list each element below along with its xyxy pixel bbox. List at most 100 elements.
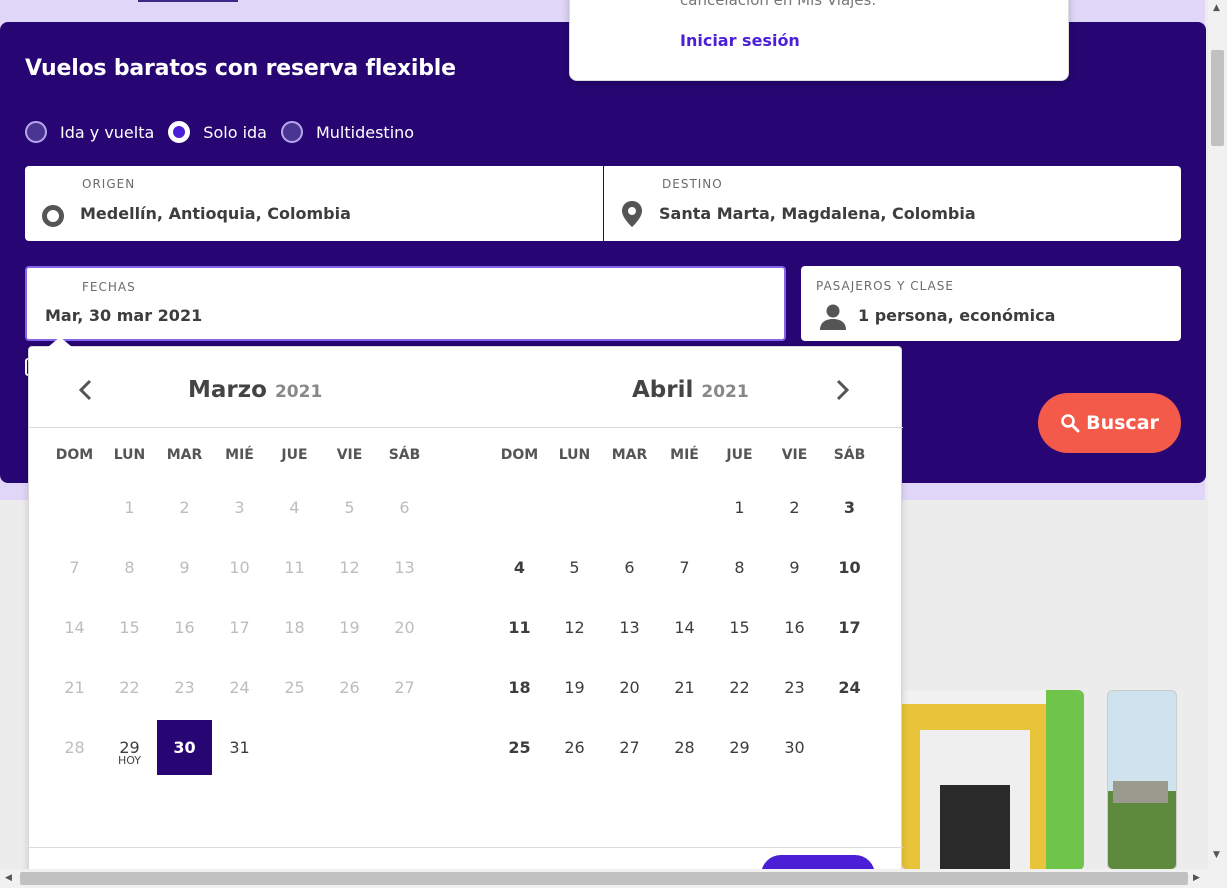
destination-photo[interactable] <box>1107 690 1177 870</box>
trip-type-selector: Ida y vuelta Solo ida Multidestino <box>25 121 428 143</box>
calendar-day[interactable]: 31 <box>212 720 267 775</box>
prev-month-button[interactable] <box>77 375 93 410</box>
destination-field[interactable]: DESTINO Santa Marta, Magdalena, Colombia <box>604 166 1181 241</box>
passengers-value: 1 persona, económica <box>858 306 1056 325</box>
calendar-day: 25 <box>284 678 305 697</box>
calendar-day: 26 <box>339 678 360 697</box>
map-pin-icon <box>622 201 642 227</box>
calendar-day: 20 <box>394 618 415 637</box>
calendar-day[interactable]: 12 <box>547 600 602 655</box>
calendar-day: 15 <box>119 618 140 637</box>
calendar-day[interactable]: 24 <box>822 660 877 715</box>
scroll-up-icon[interactable]: ▲ <box>1213 3 1220 13</box>
weekday-header: SÁB <box>833 447 866 463</box>
calendar-day[interactable]: 29 <box>712 720 767 775</box>
calendar-day[interactable]: 9 <box>767 540 822 595</box>
calendar-day[interactable]: 18 <box>492 660 547 715</box>
weekday-header: DOM <box>55 447 94 463</box>
calendar-pointer <box>48 337 72 347</box>
calendar-day[interactable]: 7 <box>657 540 712 595</box>
destination-photo[interactable] <box>902 690 1084 870</box>
radio-label: Solo ida <box>203 122 267 142</box>
calendar-day[interactable]: 5 <box>547 540 602 595</box>
calendar-day[interactable]: 23 <box>767 660 822 715</box>
login-link[interactable]: Iniciar sesión <box>680 31 800 50</box>
radio-label: Ida y vuelta <box>60 122 155 142</box>
chevron-left-icon <box>78 379 92 401</box>
calendar-day[interactable]: 27 <box>602 720 657 775</box>
dropdown-message: cancelación en Mis Viajes. <box>680 0 877 9</box>
dates-value: Mar, 30 mar 2021 <box>45 306 203 325</box>
calendar-day: 1 <box>124 498 135 517</box>
dates-label: FECHAS <box>82 280 136 294</box>
month-name: Abril <box>632 377 694 403</box>
calendar-day: 23 <box>174 678 195 697</box>
weekday-header: LUN <box>113 447 146 463</box>
calendar-day[interactable]: 17 <box>822 600 877 655</box>
radio-round-trip[interactable]: Ida y vuelta <box>25 121 154 143</box>
calendar-day: 4 <box>289 498 300 517</box>
scroll-right-icon[interactable]: ▶ <box>1193 873 1200 883</box>
calendar-day: 16 <box>174 618 195 637</box>
weekday-header: MIÉ <box>225 447 254 463</box>
origin-circle-icon <box>42 205 64 227</box>
calendar-day: 24 <box>229 678 250 697</box>
calendar-day[interactable]: 15 <box>712 600 767 655</box>
calendar-day[interactable]: 11 <box>492 600 547 655</box>
calendar-day[interactable]: 4 <box>492 540 547 595</box>
destination-value: Santa Marta, Magdalena, Colombia <box>659 204 976 223</box>
month-title-april: Abril 2021 <box>632 377 749 403</box>
calendar-day: 28 <box>64 738 85 757</box>
nav-tab-indicator <box>138 0 238 2</box>
scroll-thumb[interactable] <box>20 872 1188 885</box>
scroll-down-icon[interactable]: ▼ <box>1213 850 1220 860</box>
calendar-day[interactable]: 30 <box>157 720 212 775</box>
dates-field[interactable]: FECHAS Mar, 30 mar 2021 <box>25 266 786 341</box>
month-title-march: Marzo 2021 <box>188 377 322 403</box>
calendar-day[interactable]: 13 <box>602 600 657 655</box>
calendar-day[interactable]: 19 <box>547 660 602 715</box>
search-icon <box>1061 414 1080 433</box>
scroll-thumb[interactable] <box>1211 50 1224 146</box>
calendar-day[interactable]: 30 <box>767 720 822 775</box>
radio-label: Multidestino <box>315 122 415 142</box>
weekday-header: JUE <box>726 447 753 463</box>
weekday-header: MAR <box>166 447 203 463</box>
scroll-left-icon[interactable]: ◀ <box>5 873 12 883</box>
calendar-day[interactable]: 26 <box>547 720 602 775</box>
next-month-button[interactable] <box>835 375 851 410</box>
origin-field[interactable]: ORIGEN Medellín, Antioquia, Colombia <box>25 166 603 241</box>
weekday-header: VIE <box>336 447 363 463</box>
calendar-day[interactable]: 6 <box>602 540 657 595</box>
calendar-day[interactable]: 14 <box>657 600 712 655</box>
radio-dot-icon <box>25 121 47 143</box>
calendar-day[interactable]: 25 <box>492 720 547 775</box>
calendar-day[interactable]: 10 <box>822 540 877 595</box>
calendar-day: 12 <box>339 558 360 577</box>
calendar-day[interactable]: 3 <box>822 480 877 535</box>
chevron-right-icon <box>836 379 850 401</box>
calendar-day[interactable]: 21 <box>657 660 712 715</box>
calendar-day[interactable]: 29 HOY <box>102 720 157 775</box>
date-picker: Marzo 2021 Abril 2021 DOM LUN MAR MIÉ JUE VIE… <box>28 346 903 888</box>
passengers-label: PASAJEROS Y CLASE <box>816 279 954 293</box>
divider <box>29 847 903 848</box>
horizontal-scrollbar[interactable]: ◀ ▶ <box>0 869 1208 888</box>
calendar-day[interactable]: 8 <box>712 540 767 595</box>
search-button-label: Buscar <box>1086 412 1159 434</box>
calendar-day[interactable]: 22 <box>712 660 767 715</box>
search-button[interactable]: Buscar <box>1038 393 1181 453</box>
calendar-day: 14 <box>64 618 85 637</box>
calendar-day[interactable]: 1 <box>712 480 767 535</box>
radio-multi-destination[interactable]: Multidestino <box>280 121 415 143</box>
vertical-scrollbar[interactable]: ▲ ▼ <box>1208 0 1227 888</box>
calendar-day[interactable]: 28 <box>657 720 712 775</box>
calendar-day[interactable]: 16 <box>767 600 822 655</box>
radio-one-way[interactable]: Solo ida <box>168 121 267 143</box>
calendar-day[interactable]: 20 <box>602 660 657 715</box>
calendar-day: 11 <box>284 558 305 577</box>
calendar-day[interactable]: 2 <box>767 480 822 535</box>
weekday-header: SÁB <box>388 447 421 463</box>
month-name: Marzo <box>188 377 267 403</box>
passengers-field[interactable]: PASAJEROS Y CLASE 1 persona, económica <box>801 266 1181 341</box>
